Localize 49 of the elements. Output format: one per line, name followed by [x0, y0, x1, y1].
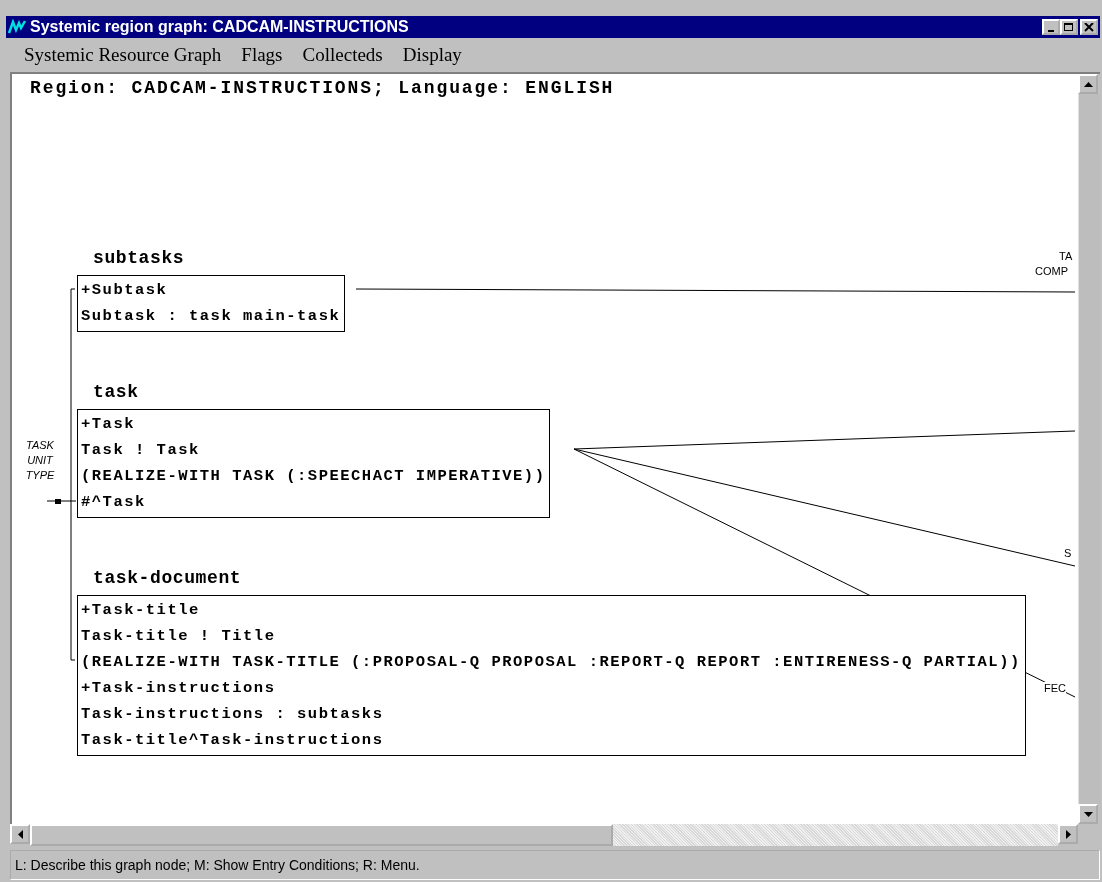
menu-item[interactable]: Flags	[231, 44, 293, 66]
scroll-right-button[interactable]	[1058, 824, 1078, 844]
scroll-left-button[interactable]	[10, 824, 30, 844]
node-line: Task-title ! Title	[81, 626, 276, 647]
graph-node[interactable]: +Task-title Task-title ! Title (REALIZE-WITH TASK-TITLE (:PROPOSAL-Q PROPOSAL :REPORT-Q REPORT :ENTIRENESS-Q PARTIAL)) +Task-instructions Task-instructions : subtasks Task-title^Task-instructions	[77, 595, 1026, 756]
zigzag-icon	[8, 19, 26, 35]
node-title: task-document	[93, 568, 242, 588]
node-line: (REALIZE-WITH TASK (:SPEECHACT IMPERATIVE))	[81, 466, 546, 487]
node-title: subtasks	[93, 248, 185, 268]
left-arrow-icon	[17, 829, 23, 839]
node-line: Task ! Task	[81, 440, 200, 461]
node-line: #^Task	[81, 492, 146, 513]
down-arrow-icon	[1083, 811, 1093, 817]
edge-label: TA	[1059, 250, 1073, 263]
menu-item[interactable]: Systemic Resource Graph	[14, 44, 232, 66]
arrow-marker	[46, 499, 77, 504]
window-title: Systemic region graph: CADCAM-INSTRUCTIONS	[30, 18, 410, 36]
maximize-button[interactable]	[1060, 19, 1078, 35]
menu-item[interactable]: Display	[392, 44, 472, 66]
vertical-scrollbar[interactable]	[1078, 74, 1100, 824]
region-heading: Region: CADCAM-INSTRUCTIONS; Language: ENGLISH	[30, 78, 615, 98]
right-arrow-icon	[1065, 829, 1071, 839]
minimize-button[interactable]	[1042, 19, 1060, 35]
node-line: +Subtask	[81, 280, 168, 301]
horizontal-scrollbar[interactable]	[10, 824, 1078, 846]
node-line: +Task-title	[81, 600, 200, 621]
scroll-down-button[interactable]	[1078, 804, 1098, 824]
node-line: (REALIZE-WITH TASK-TITLE (:PROPOSAL-Q PROPOSAL :REPORT-Q REPORT :ENTIRENESS-Q PARTIAL))	[81, 652, 1021, 673]
node-line: +Task	[81, 414, 135, 435]
node-line: Subtask : task main-task	[81, 306, 341, 327]
node-title: task	[93, 382, 139, 402]
edge-label: FEC	[1044, 682, 1066, 695]
minimize-icon	[1048, 29, 1054, 32]
close-icon	[1084, 22, 1094, 32]
node-line: Task-title^Task-instructions	[81, 730, 384, 751]
close-button[interactable]	[1080, 19, 1098, 35]
up-arrow-icon	[1083, 81, 1093, 87]
side-label: TASK UNIT TYPE	[24, 438, 56, 483]
scroll-thumb[interactable]	[30, 824, 613, 846]
status-text: L: Describe this graph node; M: Show Entry Conditions; R: Menu.	[15, 857, 420, 873]
menu-item[interactable]: Collecteds	[292, 44, 393, 66]
edge-label: COMP	[1035, 265, 1068, 278]
graph-node[interactable]: +Task Task ! Task (REALIZE-WITH TASK (:SPEECHACT IMPERATIVE)) #^Task	[77, 409, 551, 518]
edge-label: S	[1064, 547, 1072, 560]
scroll-up-button[interactable]	[1078, 74, 1098, 94]
node-line: +Task-instructions	[81, 678, 276, 699]
graph-node[interactable]: +Subtask Subtask : task main-task	[77, 275, 346, 332]
node-line: Task-instructions : subtasks	[81, 704, 384, 725]
maximize-icon	[1064, 22, 1074, 32]
